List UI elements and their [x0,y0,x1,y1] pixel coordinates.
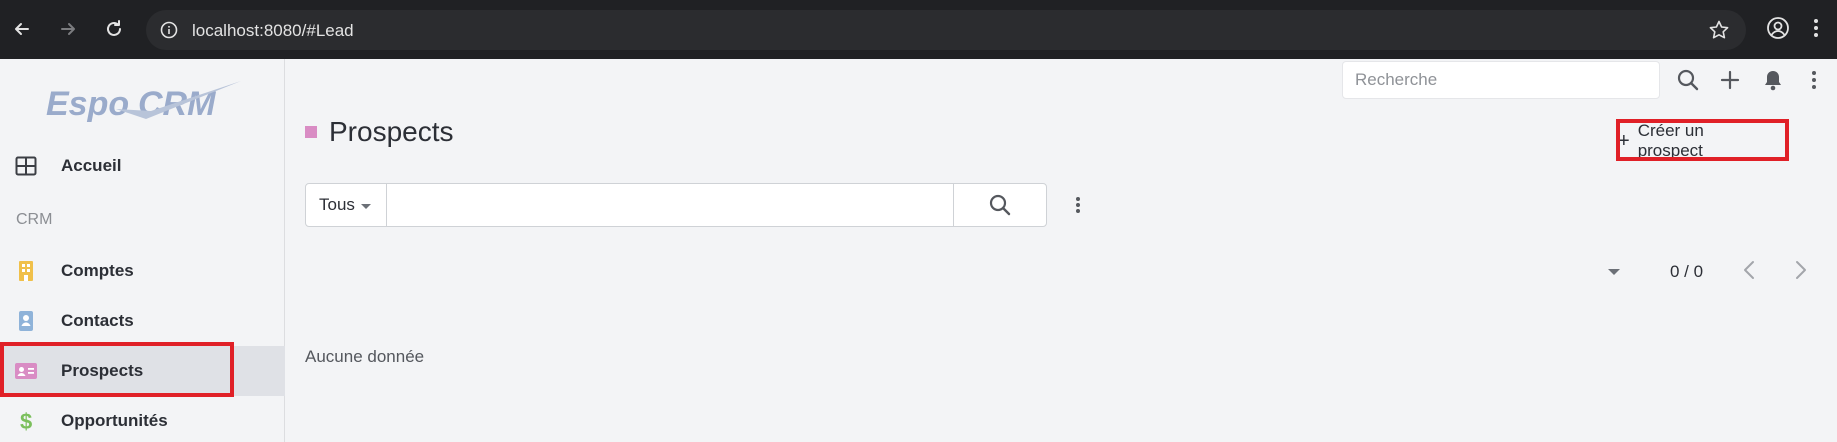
caret-down-icon [360,203,371,209]
sidebar-item-comptes[interactable]: Comptes [0,246,285,296]
global-search-input[interactable] [1343,62,1659,98]
site-info-icon[interactable] [160,21,178,44]
dollar-icon: $ [14,409,38,433]
plus-icon[interactable] [1717,67,1743,93]
forward-button[interactable] [53,14,83,44]
chevron-left-icon[interactable] [1741,259,1757,286]
chevron-right-icon[interactable] [1793,259,1809,286]
sidebar-item-label: Contacts [61,311,134,330]
search-filter-bar: Tous [305,183,1047,227]
page-header: Prospects [305,116,454,148]
text-filter-input[interactable] [387,184,953,226]
reload-icon [107,20,121,36]
filter-dropdown-label: Tous [319,195,355,214]
highlight-box-prospects [0,342,234,397]
filter-more-icon[interactable] [1068,191,1088,219]
pager-dropdown-icon[interactable] [1608,269,1620,275]
empty-state-text: Aucune donnée [305,347,425,366]
contact-badge-icon [14,309,38,333]
arrow-left-icon [15,23,29,35]
pagination-count: 0 / 0 [1670,262,1704,281]
search-icon [989,194,1011,216]
sidebar: Espo CRM Accueil CRM Comptes Contacts Pr… [0,59,285,442]
more-vertical-icon[interactable] [1801,67,1827,93]
main-content: Prospects + Créer un prospect Tous 0 / 0… [286,59,1837,442]
bell-icon[interactable] [1760,67,1786,93]
sidebar-item-accueil[interactable]: Accueil [0,141,285,191]
filter-search-button[interactable] [953,184,1046,226]
entity-color-square [305,126,317,138]
sidebar-item-label: Opportunités [61,411,168,430]
svg-text:$: $ [20,410,32,432]
profile-icon[interactable] [1765,15,1791,46]
espocrm-logo[interactable]: Espo CRM [46,77,246,127]
search-icon[interactable] [1675,67,1701,93]
sidebar-item-label: Accueil [61,156,122,175]
page-title: Prospects [329,116,454,147]
sidebar-item-label: Comptes [61,261,134,280]
sidebar-item-opportunites[interactable]: $ Opportunités [0,396,285,442]
arrow-right-icon [61,23,75,35]
back-button[interactable] [7,14,37,44]
building-icon [14,259,38,283]
highlight-box-create [1616,119,1789,161]
browser-toolbar: localhost:8080/#Lead [0,0,1837,59]
global-search[interactable] [1342,61,1660,99]
reload-button[interactable] [99,14,129,44]
url-text: localhost:8080/#Lead [192,21,354,40]
svg-text:Espo: Espo [46,85,129,123]
bookmark-star-icon[interactable] [1708,19,1730,46]
sidebar-item-contacts[interactable]: Contacts [0,296,285,346]
filter-dropdown[interactable]: Tous [306,184,387,226]
sidebar-section-crm: CRM [16,211,53,228]
address-bar[interactable]: localhost:8080/#Lead [146,10,1746,50]
home-grid-icon [14,154,38,178]
browser-menu-icon[interactable] [1811,15,1821,46]
